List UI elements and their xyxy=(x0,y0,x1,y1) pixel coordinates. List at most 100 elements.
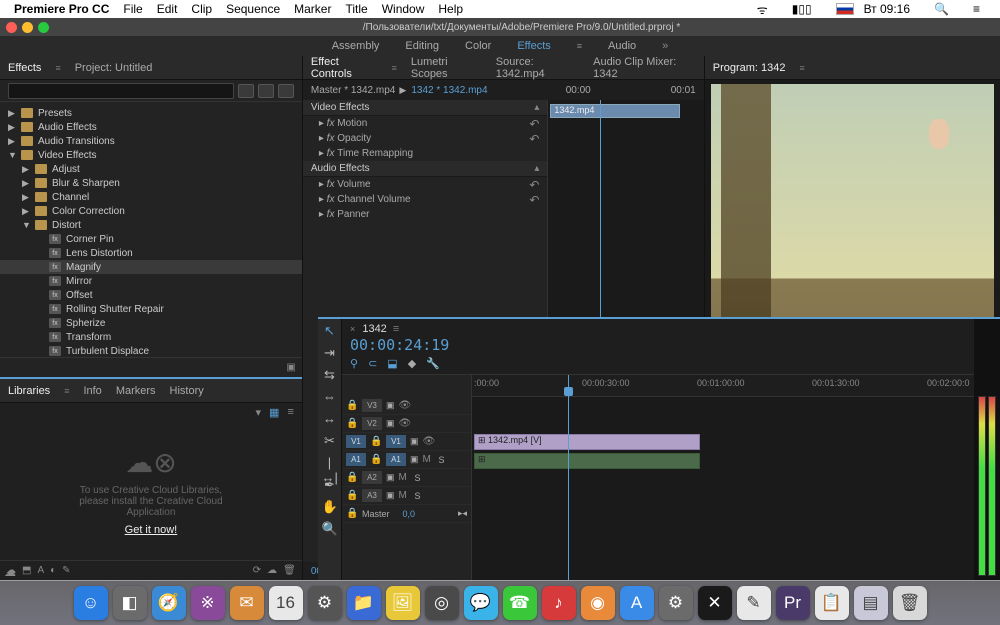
solo-icon[interactable]: S xyxy=(415,473,421,483)
menu-clip[interactable]: Clip xyxy=(191,2,212,16)
track-toggle-icon[interactable]: ▣ xyxy=(386,400,395,411)
ec-chan-vol[interactable]: Channel Volume xyxy=(337,194,410,205)
track-a3[interactable]: A3 xyxy=(362,489,382,502)
reset-icon[interactable]: ↶ xyxy=(529,117,539,131)
tab-markers[interactable]: Markers xyxy=(116,385,156,397)
menu-help[interactable]: Help xyxy=(438,2,463,16)
dock-app-icon[interactable]: ✎ xyxy=(737,586,771,620)
dock-app-icon[interactable]: ▤ xyxy=(854,586,888,620)
menu-window[interactable]: Window xyxy=(382,2,425,16)
tree-item[interactable]: fxMirror xyxy=(0,274,302,288)
triangle-right-icon[interactable]: ▸ xyxy=(319,209,324,220)
lib-dropdown[interactable]: ▾ xyxy=(256,406,262,419)
dock-app-icon[interactable]: ◧ xyxy=(113,586,147,620)
lib-grid-icon[interactable]: ▦ xyxy=(269,406,279,419)
panel-menu-icon[interactable]: ≡ xyxy=(392,63,397,73)
lock-icon[interactable]: 🔒 xyxy=(370,454,382,465)
lock-icon[interactable]: 🔒 xyxy=(346,400,358,411)
menu-sequence[interactable]: Sequence xyxy=(226,2,280,16)
selection-tool-icon[interactable]: ↖ xyxy=(322,323,338,339)
spotlight-icon[interactable]: 🔍 xyxy=(934,2,949,16)
battery-icon[interactable]: ▮▯▯ xyxy=(792,2,812,16)
tag-icon[interactable]: ⬒ xyxy=(22,565,31,576)
dock-app-icon[interactable]: Pr xyxy=(776,586,810,620)
workspace-effects[interactable]: Effects xyxy=(517,40,550,52)
color-icon[interactable]: ◐ xyxy=(50,565,56,576)
workspace-color[interactable]: Color xyxy=(465,40,491,52)
workspace-editing[interactable]: Editing xyxy=(405,40,439,52)
tree-item[interactable]: ▶Adjust xyxy=(0,162,302,176)
tree-item[interactable]: ▶Audio Effects xyxy=(0,120,302,134)
tree-item[interactable]: fxSpherize xyxy=(0,316,302,330)
trash-icon[interactable]: 🗑 xyxy=(283,565,296,576)
timeline-ruler[interactable]: :00:00 00:00:30:00 00:01:00:00 00:01:30:… xyxy=(472,375,974,397)
rate-stretch-tool-icon[interactable]: ↔ xyxy=(322,411,338,427)
track-toggle-icon[interactable]: ▣ xyxy=(386,418,395,429)
triangle-right-icon[interactable]: ▶ xyxy=(399,85,407,96)
dock-app-icon[interactable]: ✕ xyxy=(698,586,732,620)
menu-title[interactable]: Title xyxy=(345,2,367,16)
new-bin-icon[interactable]: ▣ xyxy=(286,362,295,373)
source-a1[interactable]: A1 xyxy=(346,453,366,466)
eye-icon[interactable]: 👁 xyxy=(399,400,411,411)
rolling-tool-icon[interactable]: ⇔ xyxy=(322,389,338,405)
dock-app-icon[interactable]: ☎ xyxy=(503,586,537,620)
triangle-right-icon[interactable]: ▸ xyxy=(319,133,324,144)
hand-tool-icon[interactable]: ✋ xyxy=(322,499,338,515)
workspace-menu-icon[interactable]: ≡ xyxy=(577,41,582,51)
input-source-flag[interactable] xyxy=(836,3,854,15)
mute-icon[interactable]: M xyxy=(399,490,411,501)
zoom-button[interactable] xyxy=(38,22,49,33)
font-icon[interactable]: A xyxy=(37,565,44,576)
tree-item[interactable]: fxLens Distortion xyxy=(0,246,302,260)
tree-item[interactable]: ▼Distort xyxy=(0,218,302,232)
linked-sel-icon[interactable]: ⊂ xyxy=(368,357,377,370)
dock-app-icon[interactable]: 🧭 xyxy=(152,586,186,620)
menu-edit[interactable]: Edit xyxy=(157,2,178,16)
tree-item[interactable]: fxRolling Shutter Repair xyxy=(0,302,302,316)
dock-app-icon[interactable]: ⚙ xyxy=(308,586,342,620)
zoom-tool-icon[interactable]: 🔍 xyxy=(322,521,338,537)
dock-app-icon[interactable]: A xyxy=(620,586,654,620)
disclosure-triangle-icon[interactable]: ▶ xyxy=(22,164,30,175)
tree-item[interactable]: ▶Audio Transitions xyxy=(0,134,302,148)
tree-item[interactable]: fxOffset xyxy=(0,288,302,302)
ec-volume[interactable]: Volume xyxy=(337,179,370,190)
tab-effects[interactable]: Effects xyxy=(8,62,41,74)
lock-icon[interactable]: 🔒 xyxy=(346,472,358,483)
track-toggle-icon[interactable]: ▣ xyxy=(386,490,395,501)
collapse-icon[interactable]: ▸◂ xyxy=(458,508,467,519)
track-toggle-icon[interactable]: ▣ xyxy=(410,454,419,465)
track-v2[interactable]: V2 xyxy=(362,417,382,430)
ec-time-remap[interactable]: Time Remapping xyxy=(337,148,413,159)
timeline-clip-video[interactable]: ⊞ 1342.mp4 [V] xyxy=(474,434,700,450)
reset-icon[interactable]: ↶ xyxy=(529,132,539,146)
solo-icon[interactable]: S xyxy=(415,491,421,501)
panel-menu-icon[interactable]: ≡ xyxy=(64,386,69,396)
tree-item[interactable]: ▶Blur & Sharpen xyxy=(0,176,302,190)
disclosure-triangle-icon[interactable]: ▼ xyxy=(22,220,30,230)
tree-item[interactable]: fxMagnify xyxy=(0,260,302,274)
preset-yuv-icon[interactable] xyxy=(278,84,294,98)
collapse-icon[interactable]: ▴ xyxy=(534,102,539,113)
close-button[interactable] xyxy=(6,22,17,33)
tree-item[interactable]: ▼Video Effects xyxy=(0,148,302,162)
workspace-assembly[interactable]: Assembly xyxy=(332,40,380,52)
disclosure-triangle-icon[interactable]: ▶ xyxy=(22,206,30,217)
triangle-right-icon[interactable]: ▸ xyxy=(319,179,324,190)
dock-app-icon[interactable]: ☺ xyxy=(74,586,108,620)
dock-app-icon[interactable]: 💬 xyxy=(464,586,498,620)
source-v1[interactable]: V1 xyxy=(346,435,366,448)
tab-audio-mixer[interactable]: Audio Clip Mixer: 1342 xyxy=(593,56,696,80)
track-toggle-icon[interactable]: ▣ xyxy=(386,472,395,483)
sequence-name[interactable]: 1342 xyxy=(362,323,386,335)
tab-info[interactable]: Info xyxy=(83,385,101,397)
insert-icon[interactable]: ◆ xyxy=(408,357,416,370)
eye-icon[interactable]: 👁 xyxy=(423,436,435,447)
menu-marker[interactable]: Marker xyxy=(294,2,331,16)
disclosure-triangle-icon[interactable]: ▶ xyxy=(8,108,16,119)
lib-list-icon[interactable]: ≡ xyxy=(287,406,293,418)
dock-app-icon[interactable]: ⚙ xyxy=(659,586,693,620)
tab-project[interactable]: Project: Untitled xyxy=(75,62,153,74)
dock-app-icon[interactable]: 🖼 xyxy=(386,586,420,620)
